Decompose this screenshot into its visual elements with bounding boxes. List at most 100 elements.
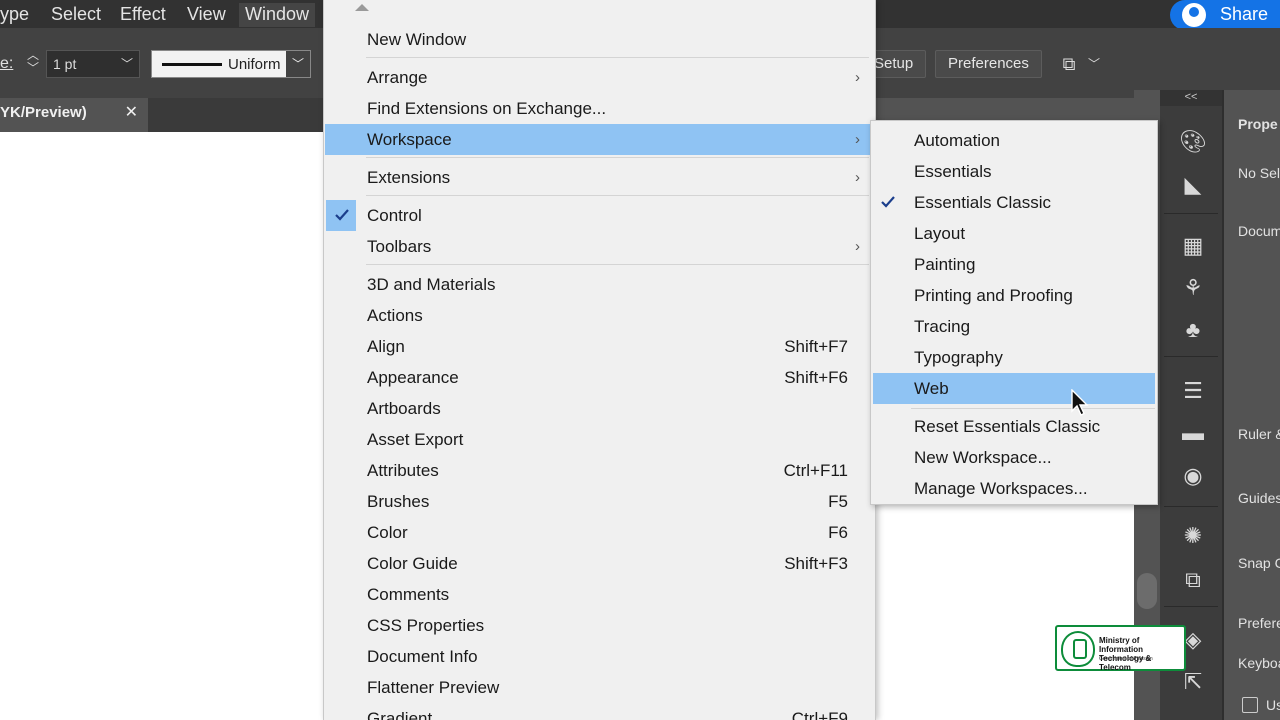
menu-item-comments[interactable]: Comments [325,579,870,610]
workspace-submenu: Automation Essentials Essentials Classic… [870,120,1158,505]
keyboard-increment-label: Keyboa [1238,655,1280,671]
menu-select[interactable]: Select [45,3,107,27]
variable-width-profile[interactable]: Uniform ﹀ [151,50,311,78]
export-icon[interactable]: ⇱ [1178,668,1208,696]
workspace-item-reset[interactable]: Reset Essentials Classic [873,411,1155,442]
menu-item-asset-export[interactable]: Asset Export [325,424,870,455]
menu-item-actions[interactable]: Actions [325,300,870,331]
preferences-section-label: Prefere [1238,615,1280,631]
brushes-icon[interactable]: ▦ [1178,232,1208,260]
share-label: Share [1220,4,1269,24]
collapse-panels-icon[interactable]: << [1160,90,1222,106]
scrollbar-thumb[interactable] [1137,573,1157,609]
panel-divider [1164,606,1218,607]
menu-item-css-properties[interactable]: CSS Properties [325,610,870,641]
menu-item-document-info[interactable]: Document Info [325,641,870,672]
transparency-icon[interactable]: ◉ [1178,462,1208,490]
workspace-item-layout[interactable]: Layout [873,218,1155,249]
menu-item-control[interactable]: Control [325,200,870,231]
graphic-styles-icon[interactable]: ⧉ [1178,566,1208,594]
arrange-documents-icon[interactable]: ⧉ [1056,51,1082,77]
menu-effect[interactable]: Effect [114,3,172,27]
menu-item-new-window[interactable]: New Window [325,24,870,55]
checkmark-icon [335,209,349,221]
emblem-icon [1061,631,1095,667]
menu-item-gradient[interactable]: Gradient Ctrl+F9 [325,703,870,720]
workspace-item-web[interactable]: Web [873,373,1155,404]
document-tab[interactable]: YK/Preview) ✕ [0,98,148,132]
menu-item-brushes[interactable]: Brushes F5 [325,486,870,517]
artboard-canvas[interactable] [0,132,325,720]
menu-item-attributes[interactable]: Attributes Ctrl+F11 [325,455,870,486]
share-button[interactable]: Share [1170,0,1280,30]
stroke-icon[interactable]: ☰ [1178,377,1208,405]
menu-item-appearance[interactable]: Appearance Shift+F6 [325,362,870,393]
properties-panel-title[interactable]: Prope [1238,116,1278,132]
gradient-icon[interactable]: ▬ [1178,419,1208,447]
color-icon[interactable]: 🎨︎ [1178,128,1208,156]
menu-separator [366,57,869,58]
chevron-down-icon[interactable]: ﹀ [1088,51,1100,77]
rulers-section-label: Ruler & [1238,426,1280,442]
workspace-item-new[interactable]: New Workspace... [873,442,1155,473]
logo-text-line3: Government of Pakistan [1099,656,1153,662]
menu-view[interactable]: View [181,3,232,27]
workspace-item-painting[interactable]: Painting [873,249,1155,280]
menu-type[interactable]: ype [0,3,35,27]
chevron-down-icon[interactable]: ﹀ [121,51,133,77]
profile-label: Uniform [228,56,281,73]
preferences-button[interactable]: Preferences [935,50,1042,78]
artboard-canvas-right[interactable] [876,505,1134,720]
stepper-down-icon[interactable]: ﹀ [22,62,44,75]
ministry-logo: Ministry of Information Technology & Tele… [1055,625,1186,672]
user-avatar-icon [1182,3,1206,27]
close-icon[interactable]: ✕ [125,98,138,128]
workspace-item-printing-proofing[interactable]: Printing and Proofing [873,280,1155,311]
checkmark-icon [881,196,895,208]
menu-separator [366,264,869,265]
stroke-line-preview [162,63,222,66]
chevron-right-icon: › [855,69,860,86]
menu-item-extensions[interactable]: Extensions › [325,162,870,193]
menu-item-color[interactable]: Color F6 [325,517,870,548]
menu-item-toolbars[interactable]: Toolbars › [325,231,870,262]
document-tab-title: YK/Preview) [0,104,87,121]
workspace-item-tracing[interactable]: Tracing [873,311,1155,342]
menu-item-align[interactable]: Align Shift+F7 [325,331,870,362]
workspace-item-automation[interactable]: Automation [873,125,1155,156]
menu-item-artboards[interactable]: Artboards [325,393,870,424]
chevron-down-icon[interactable]: ﹀ [286,51,310,77]
appearance-icon[interactable]: ✺ [1178,522,1208,550]
use-preview-checkbox[interactable] [1242,697,1258,713]
stroke-label[interactable]: e: [0,55,13,73]
document-tab-row: YK/Preview) ✕ [0,98,325,132]
stroke-stepper[interactable]: ︿ ﹀ [22,49,44,79]
mouse-pointer-icon [1071,389,1089,416]
logo-text-line1: Ministry of Information Technology & Tele… [1099,636,1152,672]
workspace-item-typography[interactable]: Typography [873,342,1155,373]
guides-section-label: Guides [1238,490,1280,506]
menu-item-workspace[interactable]: Workspace › [325,124,870,155]
menu-separator [366,195,869,196]
menu-item-find-extensions[interactable]: Find Extensions on Exchange... [325,93,870,124]
stroke-weight-value: 1 pt [53,56,77,72]
stroke-weight-field[interactable]: 1 pt ﹀ [46,50,140,78]
menu-item-arrange[interactable]: Arrange › [325,62,870,93]
workspace-item-essentials[interactable]: Essentials [873,156,1155,187]
workspace-item-manage[interactable]: Manage Workspaces... [873,473,1155,504]
club-symbol-icon[interactable]: ♣ [1178,316,1208,344]
symbols-icon[interactable]: ⚘ [1178,274,1208,302]
chevron-right-icon: › [855,169,860,186]
menu-window[interactable]: Window [239,3,316,27]
workspace-item-essentials-classic[interactable]: Essentials Classic [873,187,1155,218]
no-selection-text: No Sel [1238,165,1280,181]
menu-item-3d-materials[interactable]: 3D and Materials [325,269,870,300]
chevron-right-icon: › [855,238,860,255]
panel-divider [1164,506,1218,507]
menu-item-flattener-preview[interactable]: Flattener Preview [325,672,870,703]
menu-item-color-guide[interactable]: Color Guide Shift+F3 [325,548,870,579]
scroll-up-arrow-icon[interactable] [355,4,369,11]
menu-separator [911,408,1155,409]
panel-divider [1164,213,1218,214]
swatches-icon[interactable]: ◣ [1178,171,1208,199]
